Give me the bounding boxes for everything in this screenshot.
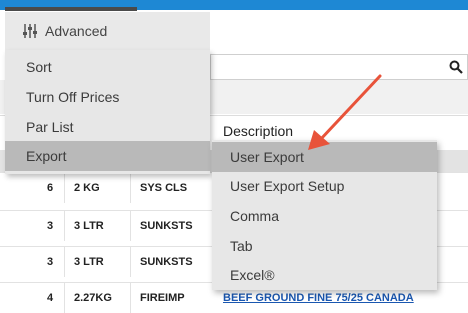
brand-cell: FIREIMP <box>140 292 185 304</box>
menu-item-par-list[interactable]: Par List <box>5 112 210 142</box>
brand-cell: SUNKSTS <box>140 220 193 232</box>
advanced-button[interactable]: Advanced <box>5 12 210 50</box>
size-cell: 2.27KG <box>74 292 112 304</box>
advanced-label: Advanced <box>45 23 108 39</box>
submenu-item-tab[interactable]: Tab <box>212 231 437 261</box>
advanced-menu: Sort Turn Off Prices Par List Export <box>5 50 210 174</box>
brand-cell: SYS CLS <box>140 182 188 194</box>
qty-cell: 3 <box>47 220 54 232</box>
size-cell: 3 LTR <box>74 220 104 232</box>
active-tab-indicator <box>5 7 137 11</box>
brand-cell: SUNKSTS <box>140 256 193 268</box>
menu-item-turn-off-prices[interactable]: Turn Off Prices <box>5 82 210 112</box>
size-cell: 2 KG <box>74 182 100 194</box>
sliders-icon <box>22 23 38 39</box>
qty-cell: 6 <box>47 182 54 194</box>
size-cell: 3 LTR <box>74 256 104 268</box>
submenu-item-comma[interactable]: Comma <box>212 201 437 231</box>
submenu-item-excel[interactable]: Excel® <box>212 260 437 290</box>
qty-cell: 4 <box>47 292 54 304</box>
description-column-header[interactable]: Description <box>223 123 293 139</box>
annotation-arrow-icon <box>308 74 382 150</box>
menu-item-export[interactable]: Export <box>5 141 210 171</box>
submenu-item-user-export-setup[interactable]: User Export Setup <box>212 171 437 201</box>
export-submenu: User Export User Export Setup Comma Tab … <box>212 140 437 290</box>
search-icon[interactable] <box>449 60 463 79</box>
qty-cell: 3 <box>47 256 54 268</box>
menu-item-sort[interactable]: Sort <box>5 52 210 82</box>
description-link[interactable]: BEEF GROUND FINE 75/25 CANADA <box>223 292 414 304</box>
